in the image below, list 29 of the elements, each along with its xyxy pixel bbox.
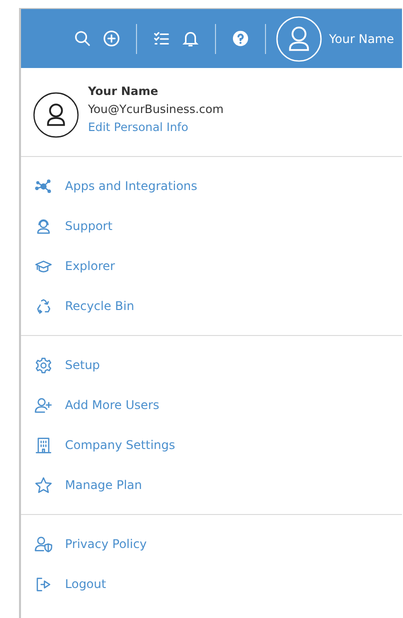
add-user-icon [34, 396, 53, 414]
profile-name: Your Name [88, 84, 160, 98]
plus-circle-icon[interactable] [102, 29, 122, 48]
user-shield-icon [34, 534, 53, 554]
settings-icon [34, 356, 53, 374]
menu-item[interactable]: Explorer [21, 246, 402, 286]
menu-item[interactable]: Company Settings [21, 425, 402, 465]
logout-icon [34, 574, 53, 594]
menu-item[interactable]: Add More Users [21, 385, 402, 425]
star-icon [34, 476, 53, 494]
user-name[interactable]: Your Name [329, 32, 394, 46]
avatar-icon[interactable] [276, 16, 322, 62]
building-icon [34, 436, 53, 454]
menu-item[interactable]: Logout [21, 564, 402, 604]
network-icon [34, 176, 53, 196]
menu-item[interactable]: Support [21, 206, 402, 246]
profile-email: You@YcurBusiness.com [88, 102, 224, 116]
recycle-icon [34, 296, 53, 316]
menu-item[interactable]: Privacy Policy [21, 524, 402, 564]
menu-item[interactable]: Apps and Integrations [21, 166, 402, 206]
bell-icon[interactable] [181, 29, 200, 48]
menu-item[interactable]: Manage Plan [21, 465, 402, 505]
menu-item[interactable]: Recycle Bin [21, 286, 402, 326]
help-icon[interactable] [231, 29, 250, 48]
search-icon[interactable] [73, 29, 92, 48]
avatar-icon [33, 92, 79, 138]
edit-info-link[interactable]: Edit Personal Info [88, 120, 224, 134]
menu-item[interactable]: Setup [21, 345, 402, 385]
headset-person-icon [34, 216, 53, 236]
